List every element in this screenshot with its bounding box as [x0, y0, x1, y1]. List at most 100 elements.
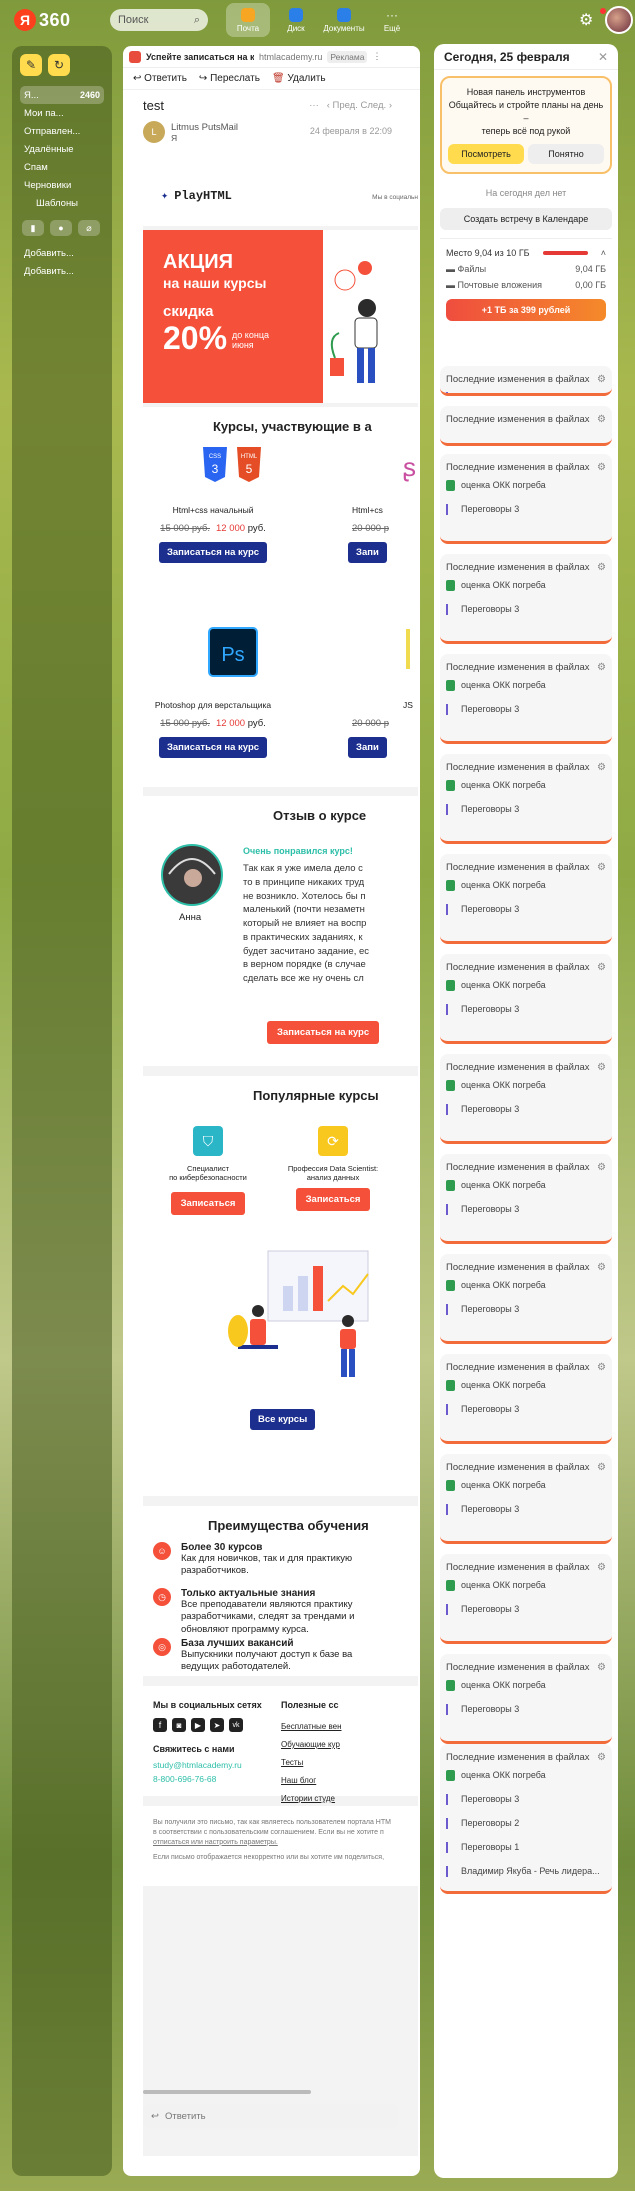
- folder-deleted[interactable]: Удалённые: [20, 140, 104, 158]
- file-row[interactable]: оценка ОКК погреба: [446, 773, 606, 797]
- card-settings-icon[interactable]: ⚙: [597, 1662, 606, 1673]
- ad-menu-icon[interactable]: ⋮: [372, 51, 381, 62]
- file-row[interactable]: оценка ОКК погреба: [446, 573, 606, 597]
- recent-files-card[interactable]: Последние изменения в файлах ⚙ оценка ОКК …: [440, 1554, 612, 1644]
- recipient[interactable]: Я: [171, 133, 238, 143]
- horizontal-scrollbar[interactable]: [143, 2090, 311, 2094]
- settings-gear-icon[interactable]: ⚙: [579, 10, 593, 30]
- file-row[interactable]: Переговоры 3: [446, 1197, 606, 1221]
- card-settings-icon[interactable]: ⚙: [597, 1262, 606, 1273]
- vk-icon[interactable]: vk: [229, 1718, 243, 1732]
- folder-my[interactable]: Мои па...: [20, 104, 104, 122]
- file-row[interactable]: оценка ОКК погреба: [446, 1673, 606, 1697]
- card-settings-icon[interactable]: ⚙: [597, 462, 606, 473]
- prev-message-button[interactable]: ‹ Пред.: [327, 100, 358, 111]
- popular-enroll-button[interactable]: Записаться: [170, 1192, 246, 1215]
- next-message-button[interactable]: След. ›: [361, 100, 392, 111]
- file-row[interactable]: Переговоры 2: [446, 1811, 606, 1835]
- file-row[interactable]: Переговоры 3: [446, 1297, 606, 1321]
- file-row[interactable]: Переговоры 3: [446, 1097, 606, 1121]
- view-button[interactable]: Посмотреть: [448, 144, 524, 165]
- recent-files-card[interactable]: Последние изменения в файлах ⚙: [440, 406, 612, 446]
- quick-reply-field[interactable]: ↩ Ответить: [143, 2104, 398, 2128]
- file-row[interactable]: Владимир Якуба - Речь лидера...: [446, 1859, 606, 1883]
- app-mail[interactable]: Почта: [226, 3, 270, 37]
- unread-filter-icon[interactable]: ●: [50, 220, 72, 236]
- file-row[interactable]: оценка ОКК погреба: [446, 1763, 606, 1787]
- card-settings-icon[interactable]: ⚙: [597, 414, 606, 425]
- file-row[interactable]: оценка ОКК погреба: [446, 1273, 606, 1297]
- file-row[interactable]: Переговоры 3: [446, 1787, 606, 1811]
- enroll-course-button[interactable]: Запи: [348, 542, 387, 563]
- file-row[interactable]: Переговоры 3: [446, 1697, 606, 1721]
- file-row[interactable]: оценка ОКК погреба: [446, 1373, 606, 1397]
- refresh-icon[interactable]: ↻: [48, 54, 70, 76]
- buy-storage-button[interactable]: +1 ТБ за 399 рублей: [446, 299, 606, 322]
- enroll-course-button[interactable]: Записаться на курс: [158, 542, 268, 563]
- recent-files-card[interactable]: Последние изменения в файлах ⚙ оценка ОКК …: [440, 1254, 612, 1344]
- file-row[interactable]: оценка ОКК погреба: [446, 473, 606, 497]
- useful-link[interactable]: Бесплатные вен: [281, 1718, 342, 1736]
- file-row[interactable]: оценка ОКК погреба: [446, 1473, 606, 1497]
- file-row[interactable]: Переговоры 3: [446, 897, 606, 921]
- file-row[interactable]: оценка ОКК погреба: [446, 1173, 606, 1197]
- card-settings-icon[interactable]: ⚙: [597, 1562, 606, 1573]
- card-settings-icon[interactable]: ⚙: [597, 374, 606, 385]
- delete-button[interactable]: 🗑 Удалить: [272, 73, 326, 84]
- recent-files-card[interactable]: Последние изменения в файлах ⚙ оценка ОКК …: [440, 954, 612, 1044]
- facebook-icon[interactable]: f: [153, 1718, 167, 1732]
- recent-files-card[interactable]: Последние изменения в файлах ⚙ оценка ОКК …: [440, 1054, 612, 1144]
- useful-link[interactable]: Обучающие кур: [281, 1736, 342, 1754]
- youtube-icon[interactable]: ▶: [191, 1718, 205, 1732]
- file-row[interactable]: Переговоры 3: [446, 497, 606, 521]
- card-settings-icon[interactable]: ⚙: [597, 862, 606, 873]
- playhtml-logo[interactable]: ✦ PlayHTML: [161, 188, 232, 204]
- enroll-course-button[interactable]: Записаться на курс: [158, 737, 268, 758]
- app-more[interactable]: ··· Ещё: [370, 3, 414, 37]
- got-it-button[interactable]: Понятно: [528, 144, 604, 165]
- review-enroll-button[interactable]: Записаться на курс: [267, 1021, 380, 1044]
- folder-inbox[interactable]: Я... 2460: [20, 86, 104, 104]
- folder-templates[interactable]: Шаблоны: [20, 194, 104, 212]
- popular-enroll-button[interactable]: Записаться: [295, 1188, 371, 1211]
- sender-name[interactable]: Litmus PutsMail: [171, 122, 238, 133]
- recent-files-card[interactable]: Последние изменения в файлах ⚙ оценка ОКК …: [440, 754, 612, 844]
- file-row[interactable]: оценка ОКК погреба: [446, 673, 606, 697]
- card-settings-icon[interactable]: ⚙: [597, 1162, 606, 1173]
- forward-button[interactable]: ↪ Переслать: [199, 73, 260, 84]
- unsubscribe-link[interactable]: отписаться или настроить параметры.: [153, 1838, 408, 1848]
- contact-phone[interactable]: 8-800-696-76-68: [153, 1774, 216, 1784]
- file-row[interactable]: Переговоры 3: [446, 997, 606, 1021]
- telegram-icon[interactable]: ➤: [210, 1718, 224, 1732]
- add-folder-link[interactable]: Добавить...: [20, 244, 104, 262]
- card-settings-icon[interactable]: ⚙: [597, 562, 606, 573]
- file-row[interactable]: оценка ОКК погреба: [446, 973, 606, 997]
- yandex-360-logo[interactable]: Я 360: [14, 9, 71, 31]
- attachment-filter-icon[interactable]: ⌀: [78, 220, 100, 236]
- card-settings-icon[interactable]: ⚙: [597, 1462, 606, 1473]
- card-settings-icon[interactable]: ⚙: [597, 1752, 606, 1763]
- card-settings-icon[interactable]: ⚙: [597, 962, 606, 973]
- promo-banner[interactable]: АКЦИЯ на наши курсы скидка 20% до конца и…: [143, 230, 418, 403]
- search-input[interactable]: Поиск ⌕: [110, 9, 208, 31]
- all-courses-button[interactable]: Все курсы: [250, 1409, 316, 1430]
- recent-files-card[interactable]: Последние изменения в файлах ⚙ оценка ОКК …: [440, 1154, 612, 1244]
- folder-sent[interactable]: Отправлен...: [20, 122, 104, 140]
- file-row[interactable]: Переговоры 3: [446, 697, 606, 721]
- ad-banner[interactable]: Успейте записаться на кур... htmlacademy…: [123, 46, 420, 68]
- folder-spam[interactable]: Спам: [20, 158, 104, 176]
- more-icon[interactable]: ···: [309, 100, 319, 111]
- file-row[interactable]: Переговоры 3: [446, 1597, 606, 1621]
- create-meeting-button[interactable]: Создать встречу в Календаре: [440, 208, 612, 231]
- file-row[interactable]: Переговоры 3: [446, 1497, 606, 1521]
- file-row[interactable]: Переговоры 3: [446, 797, 606, 821]
- folder-drafts[interactable]: Черновики: [20, 176, 104, 194]
- compose-icon[interactable]: ✎: [20, 54, 42, 76]
- file-row[interactable]: Переговоры 1: [446, 1835, 606, 1859]
- chevron-up-icon[interactable]: ˄: [601, 248, 606, 258]
- useful-link[interactable]: Наш блог: [281, 1772, 342, 1790]
- recent-files-card[interactable]: Последние изменения в файлах ⚙ Переговоры …: [440, 366, 612, 396]
- enroll-course-button[interactable]: Запи: [348, 737, 387, 758]
- file-row[interactable]: Переговоры 3: [446, 597, 606, 621]
- recent-files-card[interactable]: Последние изменения в файлах ⚙ оценка ОКК …: [440, 554, 612, 644]
